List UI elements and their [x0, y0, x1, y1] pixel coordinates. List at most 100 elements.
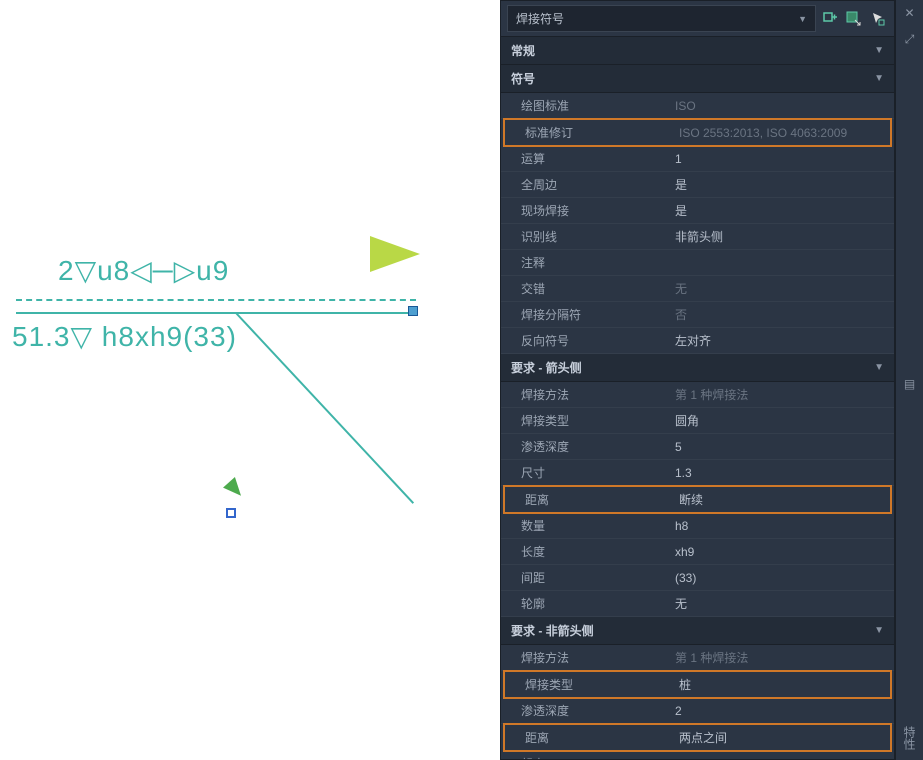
property-label: 焊接类型 — [525, 676, 675, 693]
property-value[interactable]: (33) — [671, 571, 894, 585]
section-title: 要求 - 箭头侧 — [511, 359, 582, 376]
property-label: 渗透深度 — [521, 702, 671, 719]
property-value[interactable]: 非箭头侧 — [671, 228, 894, 245]
property-label: 尺寸 — [521, 464, 671, 481]
property-row[interactable]: 焊接类型圆角 — [501, 408, 894, 434]
property-row[interactable]: 交错无 — [501, 276, 894, 302]
panel-menu-icon[interactable]: ▤ — [901, 377, 919, 395]
weld-annotation-top: 2▽u8◁─▷u9 — [58, 254, 229, 287]
weld-annotation-bottom: 51.3▽ h8xh9(33) — [12, 320, 237, 353]
section-arrow-side[interactable]: 要求 - 箭头侧 ▼ — [501, 354, 894, 382]
property-value[interactable]: 无 — [671, 280, 894, 297]
property-label: 焊接方法 — [521, 649, 671, 666]
properties-tab[interactable]: 特性 — [901, 726, 918, 750]
property-row[interactable]: 数量h8 — [501, 513, 894, 539]
property-label: 标准修订 — [525, 124, 675, 141]
property-row[interactable]: 反向符号左对齐 — [501, 328, 894, 354]
property-label: 运算 — [521, 150, 671, 167]
property-value[interactable]: 左对齐 — [671, 332, 894, 349]
property-label: 焊接类型 — [521, 412, 671, 429]
expand-icon[interactable]: ⤢ — [901, 32, 919, 50]
property-row[interactable]: 标准修订ISO 2553:2013, ISO 4063:2009 — [503, 118, 892, 147]
leader-arrow-icon — [223, 477, 247, 501]
property-label: 交错 — [521, 280, 671, 297]
property-row[interactable]: 焊接方法第 1 种焊接法 — [501, 645, 894, 671]
section-symbol-body: 绘图标准ISO标准修订ISO 2553:2013, ISO 4063:2009运… — [501, 93, 894, 354]
property-row[interactable]: 注释 — [501, 250, 894, 276]
property-label: 距离 — [525, 729, 675, 746]
property-row[interactable]: 长度xh9 — [501, 539, 894, 565]
property-value[interactable]: ISO — [671, 99, 894, 113]
property-value[interactable]: 1 — [671, 152, 894, 166]
section-non-arrow-side[interactable]: 要求 - 非箭头侧 ▼ — [501, 617, 894, 645]
property-label: 长度 — [521, 543, 671, 560]
panel-body: 常规 ▼ 符号 ▼ 绘图标准ISO标准修订ISO 2553:2013, ISO … — [501, 37, 894, 759]
property-value[interactable]: 5 — [671, 440, 894, 454]
property-row[interactable]: 距离断续 — [503, 485, 892, 514]
chevron-down-icon: ▼ — [874, 73, 884, 84]
grip-handle[interactable] — [226, 508, 236, 518]
property-value[interactable]: ISO 2553:2013, ISO 4063:2009 — [675, 126, 890, 140]
properties-panel: 焊接符号 ▼ 常规 ▼ 符号 ▼ 绘图标准ISO标准修订ISO 2553:201… — [500, 0, 895, 760]
reference-line — [16, 312, 416, 314]
property-row[interactable]: 渗透深度2 — [501, 698, 894, 724]
property-row[interactable]: 识别线非箭头侧 — [501, 224, 894, 250]
property-row[interactable]: 尺寸1.3 — [501, 460, 894, 486]
property-row[interactable]: 运算1 — [501, 146, 894, 172]
section-title: 要求 - 非箭头侧 — [511, 622, 594, 639]
property-label: 现场焊接 — [521, 202, 671, 219]
add-selection-icon[interactable] — [820, 9, 840, 29]
chevron-down-icon: ▼ — [874, 45, 884, 56]
property-value[interactable]: 2 — [671, 704, 894, 718]
leader-line — [235, 312, 414, 504]
grip-handle[interactable] — [408, 306, 418, 316]
property-row[interactable]: 现场焊接是 — [501, 198, 894, 224]
cursor-select-icon[interactable] — [868, 9, 888, 29]
section-symbol[interactable]: 符号 ▼ — [501, 65, 894, 93]
property-value[interactable]: 否 — [671, 306, 894, 323]
property-value[interactable]: u8 — [671, 757, 894, 760]
property-row[interactable]: 间距(33) — [501, 565, 894, 591]
property-value[interactable]: xh9 — [671, 545, 894, 559]
property-value[interactable]: 桩 — [675, 676, 890, 693]
property-row[interactable]: 距离两点之间 — [503, 723, 892, 752]
drawing-canvas[interactable]: 2▽u8◁─▷u9 51.3▽ h8xh9(33) — [0, 0, 450, 760]
property-row[interactable]: 起点u8 — [501, 751, 894, 759]
quick-select-icon[interactable] — [844, 9, 864, 29]
section-title: 符号 — [511, 70, 535, 87]
property-row[interactable]: 绘图标准ISO — [501, 93, 894, 119]
object-type-dropdown[interactable]: 焊接符号 ▼ — [507, 5, 816, 32]
property-value[interactable]: 断续 — [675, 491, 890, 508]
property-label: 间距 — [521, 569, 671, 586]
property-row[interactable]: 焊接分隔符否 — [501, 302, 894, 328]
property-label: 距离 — [525, 491, 675, 508]
property-label: 注释 — [521, 254, 671, 271]
property-label: 绘图标准 — [521, 97, 671, 114]
property-row[interactable]: 焊接方法第 1 种焊接法 — [501, 382, 894, 408]
chevron-down-icon: ▼ — [874, 625, 884, 636]
property-value[interactable]: 是 — [671, 202, 894, 219]
property-value[interactable]: 第 1 种焊接法 — [671, 649, 894, 666]
property-value[interactable]: 无 — [671, 595, 894, 612]
property-row[interactable]: 渗透深度5 — [501, 434, 894, 460]
section-non-arrow-side-body: 焊接方法第 1 种焊接法焊接类型桩渗透深度2距离两点之间起点u8端点u9轮廓无 — [501, 645, 894, 759]
property-value[interactable]: 是 — [671, 176, 894, 193]
property-value[interactable]: 圆角 — [671, 412, 894, 429]
property-value[interactable]: 第 1 种焊接法 — [671, 386, 894, 403]
property-label: 反向符号 — [521, 332, 671, 349]
section-general[interactable]: 常规 ▼ — [501, 37, 894, 65]
property-row[interactable]: 全周边是 — [501, 172, 894, 198]
right-sidebar-strip: ✕ ⤢ ▤ 特性 — [895, 0, 923, 760]
property-label: 起点 — [521, 755, 671, 759]
property-label: 数量 — [521, 517, 671, 534]
property-label: 焊接分隔符 — [521, 306, 671, 323]
property-value[interactable]: 1.3 — [671, 466, 894, 480]
dropdown-value: 焊接符号 — [516, 10, 564, 27]
property-value[interactable]: 两点之间 — [675, 729, 890, 746]
close-icon[interactable]: ✕ — [901, 6, 919, 24]
property-row[interactable]: 轮廓无 — [501, 591, 894, 617]
property-label: 渗透深度 — [521, 438, 671, 455]
property-row[interactable]: 焊接类型桩 — [503, 670, 892, 699]
property-value[interactable]: h8 — [671, 519, 894, 533]
identification-line — [16, 299, 416, 301]
